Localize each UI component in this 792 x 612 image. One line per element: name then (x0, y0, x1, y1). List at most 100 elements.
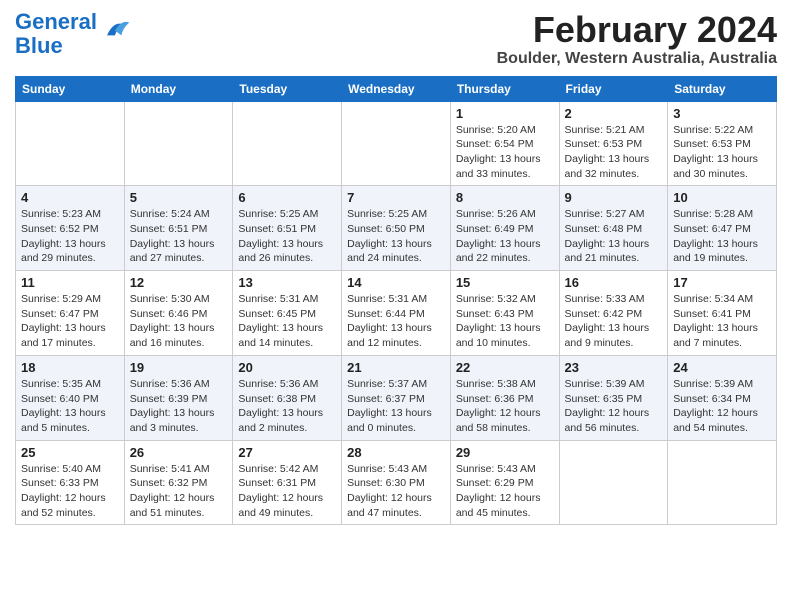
page-title: February 2024 (497, 10, 777, 50)
calendar-cell: 7 Sunrise: 5:25 AM Sunset: 6:50 PM Daylig… (342, 186, 451, 271)
calendar-cell: 12 Sunrise: 5:30 AM Sunset: 6:46 PM Dayli… (124, 271, 233, 356)
calendar-cell: 26 Sunrise: 5:41 AM Sunset: 6:32 PM Dayli… (124, 440, 233, 525)
calendar-week-row: 11 Sunrise: 5:29 AM Sunset: 6:47 PM Dayli… (16, 271, 777, 356)
cell-day-number: 11 (21, 275, 119, 290)
cell-info: Sunrise: 5:30 AM Sunset: 6:46 PM Dayligh… (130, 292, 228, 351)
calendar-cell: 5 Sunrise: 5:24 AM Sunset: 6:51 PM Daylig… (124, 186, 233, 271)
cell-info: Sunrise: 5:34 AM Sunset: 6:41 PM Dayligh… (673, 292, 771, 351)
calendar-cell: 16 Sunrise: 5:33 AM Sunset: 6:42 PM Dayli… (559, 271, 668, 356)
cell-info: Sunrise: 5:24 AM Sunset: 6:51 PM Dayligh… (130, 207, 228, 266)
cell-info: Sunrise: 5:36 AM Sunset: 6:38 PM Dayligh… (238, 377, 336, 436)
calendar-week-row: 1Sunrise: 5:20 AM Sunset: 6:54 PM Daylig… (16, 101, 777, 186)
cell-info: Sunrise: 5:25 AM Sunset: 6:51 PM Dayligh… (238, 207, 336, 266)
cell-info: Sunrise: 5:42 AM Sunset: 6:31 PM Dayligh… (238, 462, 336, 521)
cell-info: Sunrise: 5:36 AM Sunset: 6:39 PM Dayligh… (130, 377, 228, 436)
cell-info: Sunrise: 5:43 AM Sunset: 6:30 PM Dayligh… (347, 462, 445, 521)
weekday-header: Sunday (16, 76, 125, 101)
calendar-cell: 1Sunrise: 5:20 AM Sunset: 6:54 PM Daylig… (450, 101, 559, 186)
calendar-cell: 13 Sunrise: 5:31 AM Sunset: 6:45 PM Dayli… (233, 271, 342, 356)
calendar-cell: 22 Sunrise: 5:38 AM Sunset: 6:36 PM Dayli… (450, 355, 559, 440)
cell-info: Sunrise: 5:37 AM Sunset: 6:37 PM Dayligh… (347, 377, 445, 436)
weekday-header: Wednesday (342, 76, 451, 101)
cell-day-number: 14 (347, 275, 445, 290)
cell-info: Sunrise: 5:35 AM Sunset: 6:40 PM Dayligh… (21, 377, 119, 436)
calendar-cell: 8Sunrise: 5:26 AM Sunset: 6:49 PM Daylig… (450, 186, 559, 271)
cell-info: Sunrise: 5:21 AM Sunset: 6:53 PM Dayligh… (565, 123, 663, 182)
calendar-cell: 18 Sunrise: 5:35 AM Sunset: 6:40 PM Dayli… (16, 355, 125, 440)
cell-day-number: 25 (21, 445, 119, 460)
calendar-cell: 15 Sunrise: 5:32 AM Sunset: 6:43 PM Dayli… (450, 271, 559, 356)
calendar-cell: 11 Sunrise: 5:29 AM Sunset: 6:47 PM Dayli… (16, 271, 125, 356)
weekday-header: Friday (559, 76, 668, 101)
cell-day-number: 13 (238, 275, 336, 290)
cell-info: Sunrise: 5:38 AM Sunset: 6:36 PM Dayligh… (456, 377, 554, 436)
cell-day-number: 23 (565, 360, 663, 375)
cell-day-number: 16 (565, 275, 663, 290)
calendar-cell (233, 101, 342, 186)
cell-day-number: 26 (130, 445, 228, 460)
calendar-cell: 2Sunrise: 5:21 AM Sunset: 6:53 PM Daylig… (559, 101, 668, 186)
logo-text: General Blue (15, 10, 97, 58)
cell-info: Sunrise: 5:27 AM Sunset: 6:48 PM Dayligh… (565, 207, 663, 266)
cell-day-number: 15 (456, 275, 554, 290)
cell-day-number: 3 (673, 106, 771, 121)
calendar-cell: 14Sunrise: 5:31 AM Sunset: 6:44 PM Dayli… (342, 271, 451, 356)
calendar-cell (559, 440, 668, 525)
calendar-cell: 10 Sunrise: 5:28 AM Sunset: 6:47 PM Dayli… (668, 186, 777, 271)
calendar-cell (668, 440, 777, 525)
calendar-cell: 9 Sunrise: 5:27 AM Sunset: 6:48 PM Daylig… (559, 186, 668, 271)
cell-info: Sunrise: 5:28 AM Sunset: 6:47 PM Dayligh… (673, 207, 771, 266)
cell-day-number: 28 (347, 445, 445, 460)
calendar-cell: 3 Sunrise: 5:22 AM Sunset: 6:53 PM Daylig… (668, 101, 777, 186)
calendar-cell: 19 Sunrise: 5:36 AM Sunset: 6:39 PM Dayli… (124, 355, 233, 440)
calendar-week-row: 18 Sunrise: 5:35 AM Sunset: 6:40 PM Dayli… (16, 355, 777, 440)
calendar-cell: 29 Sunrise: 5:43 AM Sunset: 6:29 PM Dayli… (450, 440, 559, 525)
cell-info: Sunrise: 5:39 AM Sunset: 6:35 PM Dayligh… (565, 377, 663, 436)
cell-day-number: 8 (456, 190, 554, 205)
calendar-cell: 27 Sunrise: 5:42 AM Sunset: 6:31 PM Dayli… (233, 440, 342, 525)
cell-day-number: 6 (238, 190, 336, 205)
cell-day-number: 20 (238, 360, 336, 375)
calendar-cell: 21 Sunrise: 5:37 AM Sunset: 6:37 PM Dayli… (342, 355, 451, 440)
calendar-cell (124, 101, 233, 186)
calendar-cell: 17 Sunrise: 5:34 AM Sunset: 6:41 PM Dayli… (668, 271, 777, 356)
logo-bird-icon (99, 13, 131, 52)
cell-info: Sunrise: 5:31 AM Sunset: 6:45 PM Dayligh… (238, 292, 336, 351)
cell-day-number: 12 (130, 275, 228, 290)
cell-day-number: 27 (238, 445, 336, 460)
cell-day-number: 4 (21, 190, 119, 205)
calendar-cell: 4Sunrise: 5:23 AM Sunset: 6:52 PM Daylig… (16, 186, 125, 271)
cell-day-number: 19 (130, 360, 228, 375)
calendar-cell: 28 Sunrise: 5:43 AM Sunset: 6:30 PM Dayli… (342, 440, 451, 525)
cell-info: Sunrise: 5:25 AM Sunset: 6:50 PM Dayligh… (347, 207, 445, 266)
calendar-header-row: SundayMondayTuesdayWednesdayThursdayFrid… (16, 76, 777, 101)
cell-info: Sunrise: 5:41 AM Sunset: 6:32 PM Dayligh… (130, 462, 228, 521)
calendar-cell (16, 101, 125, 186)
cell-info: Sunrise: 5:29 AM Sunset: 6:47 PM Dayligh… (21, 292, 119, 351)
cell-day-number: 29 (456, 445, 554, 460)
cell-info: Sunrise: 5:43 AM Sunset: 6:29 PM Dayligh… (456, 462, 554, 521)
cell-day-number: 18 (21, 360, 119, 375)
calendar-cell: 23 Sunrise: 5:39 AM Sunset: 6:35 PM Dayli… (559, 355, 668, 440)
cell-day-number: 21 (347, 360, 445, 375)
calendar-cell (342, 101, 451, 186)
cell-info: Sunrise: 5:22 AM Sunset: 6:53 PM Dayligh… (673, 123, 771, 182)
cell-info: Sunrise: 5:40 AM Sunset: 6:33 PM Dayligh… (21, 462, 119, 521)
cell-day-number: 9 (565, 190, 663, 205)
logo: General Blue (15, 10, 131, 58)
calendar-table: SundayMondayTuesdayWednesdayThursdayFrid… (15, 76, 777, 526)
calendar-cell: 25 Sunrise: 5:40 AM Sunset: 6:33 PM Dayli… (16, 440, 125, 525)
cell-day-number: 10 (673, 190, 771, 205)
calendar-cell: 20 Sunrise: 5:36 AM Sunset: 6:38 PM Dayli… (233, 355, 342, 440)
cell-info: Sunrise: 5:32 AM Sunset: 6:43 PM Dayligh… (456, 292, 554, 351)
cell-day-number: 22 (456, 360, 554, 375)
weekday-header: Thursday (450, 76, 559, 101)
cell-info: Sunrise: 5:33 AM Sunset: 6:42 PM Dayligh… (565, 292, 663, 351)
cell-day-number: 5 (130, 190, 228, 205)
cell-day-number: 7 (347, 190, 445, 205)
weekday-header: Monday (124, 76, 233, 101)
calendar-cell: 24Sunrise: 5:39 AM Sunset: 6:34 PM Dayli… (668, 355, 777, 440)
cell-day-number: 24 (673, 360, 771, 375)
cell-day-number: 17 (673, 275, 771, 290)
weekday-header: Tuesday (233, 76, 342, 101)
